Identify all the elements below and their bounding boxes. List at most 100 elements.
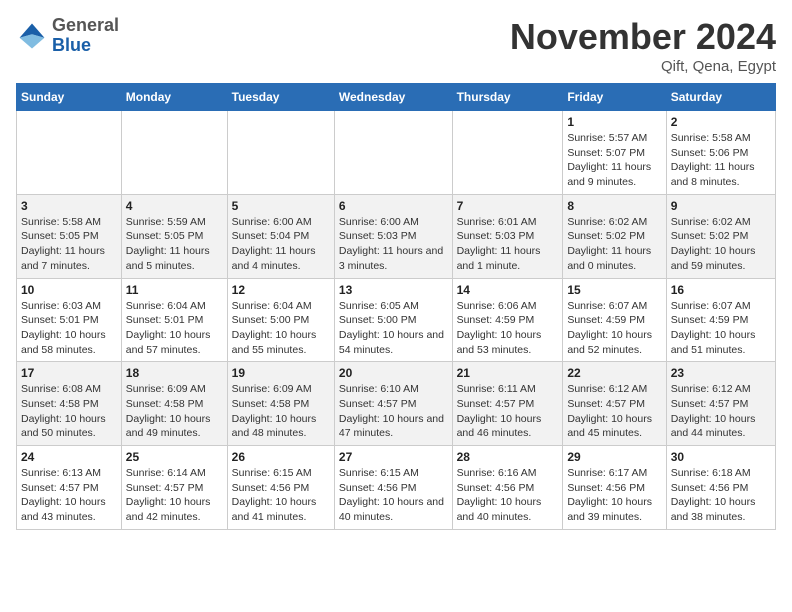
- day-info: Sunrise: 6:10 AM Sunset: 4:57 PM Dayligh…: [339, 382, 448, 441]
- calendar-week-row: 3 Sunrise: 5:58 AM Sunset: 5:05 PM Daylig…: [17, 194, 776, 278]
- weekday-header: Tuesday: [227, 84, 334, 111]
- day-number: 17: [21, 366, 117, 380]
- day-number: 3: [21, 199, 117, 213]
- day-number: 2: [671, 115, 771, 129]
- day-info: Sunrise: 5:59 AM Sunset: 5:05 PM Dayligh…: [126, 215, 223, 274]
- day-info: Sunrise: 6:02 AM Sunset: 5:02 PM Dayligh…: [567, 215, 661, 274]
- day-info: Sunrise: 6:01 AM Sunset: 5:03 PM Dayligh…: [457, 215, 559, 274]
- day-info: Sunrise: 6:14 AM Sunset: 4:57 PM Dayligh…: [126, 466, 223, 525]
- calendar-cell: 10 Sunrise: 6:03 AM Sunset: 5:01 PM Dayli…: [17, 278, 122, 362]
- day-number: 6: [339, 199, 448, 213]
- weekday-header: Friday: [563, 84, 666, 111]
- day-info: Sunrise: 6:13 AM Sunset: 4:57 PM Dayligh…: [21, 466, 117, 525]
- day-info: Sunrise: 6:02 AM Sunset: 5:02 PM Dayligh…: [671, 215, 771, 274]
- day-number: 13: [339, 283, 448, 297]
- day-info: Sunrise: 6:08 AM Sunset: 4:58 PM Dayligh…: [21, 382, 117, 441]
- calendar-cell: 25 Sunrise: 6:14 AM Sunset: 4:57 PM Dayli…: [121, 446, 227, 530]
- calendar-cell: 17 Sunrise: 6:08 AM Sunset: 4:58 PM Dayli…: [17, 362, 122, 446]
- day-number: 25: [126, 450, 223, 464]
- day-number: 21: [457, 366, 559, 380]
- calendar-cell: 3 Sunrise: 5:58 AM Sunset: 5:05 PM Daylig…: [17, 194, 122, 278]
- day-info: Sunrise: 6:04 AM Sunset: 5:00 PM Dayligh…: [232, 299, 330, 358]
- day-info: Sunrise: 6:18 AM Sunset: 4:56 PM Dayligh…: [671, 466, 771, 525]
- day-number: 7: [457, 199, 559, 213]
- month-title: November 2024: [510, 16, 776, 58]
- day-number: 1: [567, 115, 661, 129]
- day-info: Sunrise: 6:12 AM Sunset: 4:57 PM Dayligh…: [671, 382, 771, 441]
- calendar-cell: 1 Sunrise: 5:57 AM Sunset: 5:07 PM Daylig…: [563, 111, 666, 195]
- day-number: 15: [567, 283, 661, 297]
- day-number: 12: [232, 283, 330, 297]
- day-info: Sunrise: 6:06 AM Sunset: 4:59 PM Dayligh…: [457, 299, 559, 358]
- calendar-cell: 11Sunrise: 6:04 AM Sunset: 5:01 PM Dayli…: [121, 278, 227, 362]
- calendar-cell: 23 Sunrise: 6:12 AM Sunset: 4:57 PM Dayli…: [666, 362, 775, 446]
- day-number: 4: [126, 199, 223, 213]
- header: General Blue November 2024 Qift, Qena, E…: [16, 16, 776, 75]
- day-info: Sunrise: 6:00 AM Sunset: 5:03 PM Dayligh…: [339, 215, 448, 274]
- day-number: 9: [671, 199, 771, 213]
- calendar-table: SundayMondayTuesdayWednesdayThursdayFrid…: [16, 83, 776, 530]
- day-number: 20: [339, 366, 448, 380]
- calendar-cell: 21Sunrise: 6:11 AM Sunset: 4:57 PM Dayli…: [452, 362, 563, 446]
- weekday-header: Sunday: [17, 84, 122, 111]
- calendar-cell: 26 Sunrise: 6:15 AM Sunset: 4:56 PM Dayli…: [227, 446, 334, 530]
- calendar-cell: 20 Sunrise: 6:10 AM Sunset: 4:57 PM Dayli…: [334, 362, 452, 446]
- calendar-cell: 2Sunrise: 5:58 AM Sunset: 5:06 PM Daylig…: [666, 111, 775, 195]
- day-number: 26: [232, 450, 330, 464]
- day-number: 29: [567, 450, 661, 464]
- calendar-cell: 27 Sunrise: 6:15 AM Sunset: 4:56 PM Dayli…: [334, 446, 452, 530]
- calendar-cell: 24 Sunrise: 6:13 AM Sunset: 4:57 PM Dayli…: [17, 446, 122, 530]
- day-number: 10: [21, 283, 117, 297]
- calendar-cell: 28Sunrise: 6:16 AM Sunset: 4:56 PM Dayli…: [452, 446, 563, 530]
- day-number: 27: [339, 450, 448, 464]
- day-info: Sunrise: 6:12 AM Sunset: 4:57 PM Dayligh…: [567, 382, 661, 441]
- day-number: 23: [671, 366, 771, 380]
- day-info: Sunrise: 6:07 AM Sunset: 4:59 PM Dayligh…: [671, 299, 771, 358]
- calendar-cell: 16 Sunrise: 6:07 AM Sunset: 4:59 PM Dayli…: [666, 278, 775, 362]
- calendar-week-row: 17 Sunrise: 6:08 AM Sunset: 4:58 PM Dayli…: [17, 362, 776, 446]
- day-info: Sunrise: 5:57 AM Sunset: 5:07 PM Dayligh…: [567, 131, 661, 190]
- calendar-cell: 8 Sunrise: 6:02 AM Sunset: 5:02 PM Daylig…: [563, 194, 666, 278]
- calendar-cell: [452, 111, 563, 195]
- calendar-cell: 13 Sunrise: 6:05 AM Sunset: 5:00 PM Dayli…: [334, 278, 452, 362]
- calendar-cell: 5Sunrise: 6:00 AM Sunset: 5:04 PM Daylig…: [227, 194, 334, 278]
- day-number: 18: [126, 366, 223, 380]
- day-number: 30: [671, 450, 771, 464]
- weekday-header: Thursday: [452, 84, 563, 111]
- day-info: Sunrise: 6:05 AM Sunset: 5:00 PM Dayligh…: [339, 299, 448, 358]
- day-number: 8: [567, 199, 661, 213]
- location: Qift, Qena, Egypt: [510, 58, 776, 75]
- calendar-cell: [17, 111, 122, 195]
- day-info: Sunrise: 6:15 AM Sunset: 4:56 PM Dayligh…: [339, 466, 448, 525]
- weekday-header: Monday: [121, 84, 227, 111]
- day-info: Sunrise: 6:03 AM Sunset: 5:01 PM Dayligh…: [21, 299, 117, 358]
- day-info: Sunrise: 6:07 AM Sunset: 4:59 PM Dayligh…: [567, 299, 661, 358]
- calendar-cell: 7 Sunrise: 6:01 AM Sunset: 5:03 PM Daylig…: [452, 194, 563, 278]
- calendar-header: SundayMondayTuesdayWednesdayThursdayFrid…: [17, 84, 776, 111]
- calendar-cell: 29Sunrise: 6:17 AM Sunset: 4:56 PM Dayli…: [563, 446, 666, 530]
- calendar-cell: [334, 111, 452, 195]
- day-number: 24: [21, 450, 117, 464]
- day-info: Sunrise: 6:15 AM Sunset: 4:56 PM Dayligh…: [232, 466, 330, 525]
- calendar-week-row: 10 Sunrise: 6:03 AM Sunset: 5:01 PM Dayli…: [17, 278, 776, 362]
- logo: General Blue: [16, 16, 119, 56]
- calendar-cell: 12 Sunrise: 6:04 AM Sunset: 5:00 PM Dayli…: [227, 278, 334, 362]
- calendar-body: 1 Sunrise: 5:57 AM Sunset: 5:07 PM Daylig…: [17, 111, 776, 530]
- weekday-header: Wednesday: [334, 84, 452, 111]
- calendar-cell: 22Sunrise: 6:12 AM Sunset: 4:57 PM Dayli…: [563, 362, 666, 446]
- logo-icon: [16, 20, 48, 52]
- day-info: Sunrise: 6:16 AM Sunset: 4:56 PM Dayligh…: [457, 466, 559, 525]
- title-area: November 2024 Qift, Qena, Egypt: [510, 16, 776, 75]
- day-info: Sunrise: 5:58 AM Sunset: 5:05 PM Dayligh…: [21, 215, 117, 274]
- logo-text: General Blue: [52, 16, 119, 56]
- calendar-cell: 18Sunrise: 6:09 AM Sunset: 4:58 PM Dayli…: [121, 362, 227, 446]
- calendar-cell: 9 Sunrise: 6:02 AM Sunset: 5:02 PM Daylig…: [666, 194, 775, 278]
- calendar-cell: 19Sunrise: 6:09 AM Sunset: 4:58 PM Dayli…: [227, 362, 334, 446]
- day-info: Sunrise: 6:04 AM Sunset: 5:01 PM Dayligh…: [126, 299, 223, 358]
- day-number: 16: [671, 283, 771, 297]
- weekday-row: SundayMondayTuesdayWednesdayThursdayFrid…: [17, 84, 776, 111]
- day-info: Sunrise: 6:09 AM Sunset: 4:58 PM Dayligh…: [232, 382, 330, 441]
- calendar-week-row: 1 Sunrise: 5:57 AM Sunset: 5:07 PM Daylig…: [17, 111, 776, 195]
- calendar-cell: 30 Sunrise: 6:18 AM Sunset: 4:56 PM Dayli…: [666, 446, 775, 530]
- day-number: 5: [232, 199, 330, 213]
